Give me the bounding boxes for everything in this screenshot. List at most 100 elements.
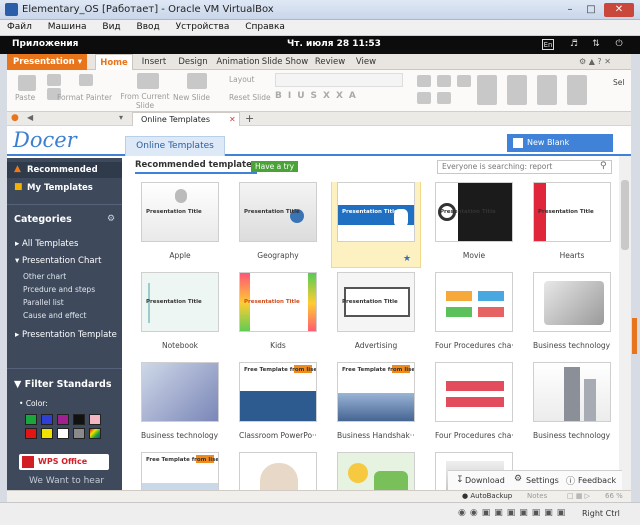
template-card[interactable]: Business technology··· bbox=[533, 272, 611, 350]
template-thumbnail[interactable] bbox=[533, 272, 611, 332]
quick-style-icon[interactable] bbox=[567, 75, 587, 105]
template-thumbnail[interactable] bbox=[435, 362, 513, 422]
ribbon-options-icon[interactable]: ⚙ ▲ ? ✕ bbox=[579, 57, 611, 66]
format-painter-button[interactable]: Format Painter bbox=[57, 93, 112, 102]
applications-menu[interactable]: Приложения bbox=[12, 39, 78, 49]
minimize-button[interactable]: – bbox=[561, 3, 579, 17]
autobackup-toggle[interactable]: ● AutoBackup bbox=[462, 492, 512, 500]
paste-button[interactable]: Paste bbox=[15, 93, 35, 102]
template-card[interactable]: Free Template from lisenppt.com Classroom… bbox=[239, 362, 317, 440]
template-thumbnail[interactable]: Presentation Title bbox=[435, 182, 513, 242]
menu-machine[interactable]: Машина bbox=[41, 20, 93, 32]
template-label[interactable]: Four Procedures cha··· bbox=[435, 431, 513, 440]
template-label[interactable]: Classroom PowerPo··· bbox=[239, 431, 317, 440]
template-label[interactable]: Kids bbox=[239, 341, 317, 350]
template-label[interactable]: Business technology··· bbox=[533, 341, 611, 350]
format-painter-icon[interactable] bbox=[79, 74, 93, 86]
text-box-icon[interactable] bbox=[477, 75, 497, 105]
new-slide-button[interactable]: New Slide bbox=[173, 93, 210, 102]
template-card[interactable] bbox=[337, 452, 415, 490]
color-swatch-green[interactable] bbox=[25, 414, 37, 425]
sidebar-sub-other-chart[interactable]: Other chart bbox=[23, 272, 66, 281]
template-card[interactable]: Presentation Title Geography bbox=[239, 182, 317, 260]
network-icon[interactable]: ⇅ bbox=[590, 39, 602, 50]
list-icon[interactable] bbox=[417, 92, 431, 104]
template-label[interactable]: Business Handshak··· bbox=[337, 431, 415, 440]
template-label[interactable]: Business technology··· bbox=[141, 431, 219, 440]
clock[interactable]: Чт. июля 28 11:53 bbox=[287, 39, 381, 49]
template-card[interactable]: Business technology··· bbox=[533, 362, 611, 440]
online-templates-tab[interactable]: Online Templates bbox=[125, 136, 225, 156]
template-label[interactable]: Four Procedures cha··· bbox=[435, 341, 513, 350]
template-card[interactable]: Presentation TitleDentist★ bbox=[331, 182, 421, 268]
template-thumbnail[interactable] bbox=[239, 452, 317, 490]
template-thumbnail[interactable]: Free Template from lisenppt.com bbox=[337, 362, 415, 422]
template-label[interactable]: Notebook bbox=[141, 341, 219, 350]
close-button[interactable]: ✕ bbox=[604, 3, 634, 17]
tab-slide-show[interactable]: Slide Show bbox=[260, 54, 310, 70]
select-button[interactable]: Sel bbox=[613, 78, 624, 87]
tab-view[interactable]: View bbox=[349, 54, 383, 70]
wps-home-icon[interactable]: ● bbox=[11, 113, 19, 123]
volume-icon[interactable]: ♬ bbox=[568, 39, 580, 50]
tab-scroll-icon[interactable]: ◀ bbox=[27, 113, 33, 122]
new-slide-icon[interactable] bbox=[187, 73, 207, 89]
template-thumbnail[interactable]: Presentation Title bbox=[141, 182, 219, 242]
template-thumbnail[interactable]: Presentation Title bbox=[239, 182, 317, 242]
document-tab-online-templates[interactable]: Online Templates ✕ bbox=[132, 112, 240, 126]
color-swatch-yellow[interactable] bbox=[41, 428, 53, 439]
template-thumbnail[interactable]: Presentation Title bbox=[337, 182, 415, 242]
template-card[interactable]: Business technology··· bbox=[141, 362, 219, 440]
align-right-icon[interactable] bbox=[457, 75, 471, 87]
template-thumbnail[interactable] bbox=[141, 362, 219, 422]
font-name-select[interactable] bbox=[275, 73, 403, 87]
align-left-icon[interactable] bbox=[417, 75, 431, 87]
cut-icon[interactable] bbox=[47, 74, 61, 86]
template-thumbnail[interactable]: Presentation Title bbox=[337, 272, 415, 332]
scrollbar-thumb[interactable] bbox=[621, 180, 629, 250]
layout-button[interactable]: Layout bbox=[229, 75, 255, 84]
color-swatch-blue[interactable] bbox=[41, 414, 53, 425]
side-panel-tab[interactable] bbox=[632, 318, 637, 354]
tab-review[interactable]: Review bbox=[309, 54, 351, 70]
sidebar-sub-procedure[interactable]: Prcedure and steps bbox=[23, 285, 95, 294]
tab-home[interactable]: Home bbox=[95, 54, 133, 70]
close-tab-icon[interactable]: ✕ bbox=[229, 113, 236, 126]
menu-help[interactable]: Справка bbox=[238, 20, 291, 32]
notes-button[interactable]: Notes bbox=[527, 492, 547, 500]
menu-devices[interactable]: Устройства bbox=[169, 20, 236, 32]
sidebar-item-presentation-template[interactable]: ▸ Presentation Template bbox=[15, 330, 117, 340]
wps-office-badge[interactable]: WPS Office bbox=[19, 454, 109, 470]
color-swatch-purple[interactable] bbox=[57, 414, 69, 425]
zoom-level[interactable]: 66 % bbox=[605, 492, 623, 500]
arrange-icon[interactable] bbox=[537, 75, 557, 105]
template-thumbnail[interactable]: Presentation Title bbox=[141, 272, 219, 332]
template-thumbnail[interactable]: Free Template from lisenppt.com bbox=[239, 362, 317, 422]
template-label[interactable]: Movie bbox=[435, 251, 513, 260]
template-card[interactable]: Free Template from lisenppt.com bbox=[141, 452, 219, 490]
settings-button[interactable]: Settings bbox=[526, 476, 559, 485]
template-label[interactable]: Business technology··· bbox=[533, 431, 611, 440]
template-label[interactable]: Hearts bbox=[533, 251, 611, 260]
template-label[interactable]: Advertising bbox=[337, 341, 415, 350]
have-a-try-badge[interactable]: Have a try bbox=[251, 161, 299, 172]
template-label[interactable]: Geography bbox=[239, 251, 317, 260]
search-icon[interactable]: ⚲ bbox=[600, 161, 607, 171]
template-card[interactable]: Presentation Title Notebook bbox=[141, 272, 219, 350]
new-blank-document-button[interactable]: New Blank Document bbox=[507, 134, 613, 165]
color-swatch-black[interactable] bbox=[73, 414, 85, 425]
vbox-device-icons[interactable]: ◉◉▣▣▣▣▣▣▣ bbox=[458, 508, 569, 518]
power-icon[interactable]: ⏻ bbox=[613, 39, 625, 50]
color-swatch-pink[interactable] bbox=[89, 414, 101, 425]
template-label[interactable]: Apple bbox=[141, 251, 219, 260]
keyboard-layout-indicator[interactable]: En bbox=[542, 39, 554, 50]
template-thumbnail[interactable]: Presentation Title bbox=[533, 182, 611, 242]
feedback-button[interactable]: Feedback bbox=[578, 476, 616, 485]
sidebar-sub-cause[interactable]: Cause and effect bbox=[23, 311, 86, 320]
shapes-icon[interactable] bbox=[507, 75, 527, 105]
categories-settings-icon[interactable]: ⚙ bbox=[107, 214, 115, 224]
maximize-button[interactable]: □ bbox=[582, 3, 600, 17]
tab-insert[interactable]: Insert bbox=[135, 54, 173, 70]
template-card[interactable]: Presentation Title Kids bbox=[239, 272, 317, 350]
content-scrollbar[interactable] bbox=[619, 156, 631, 490]
